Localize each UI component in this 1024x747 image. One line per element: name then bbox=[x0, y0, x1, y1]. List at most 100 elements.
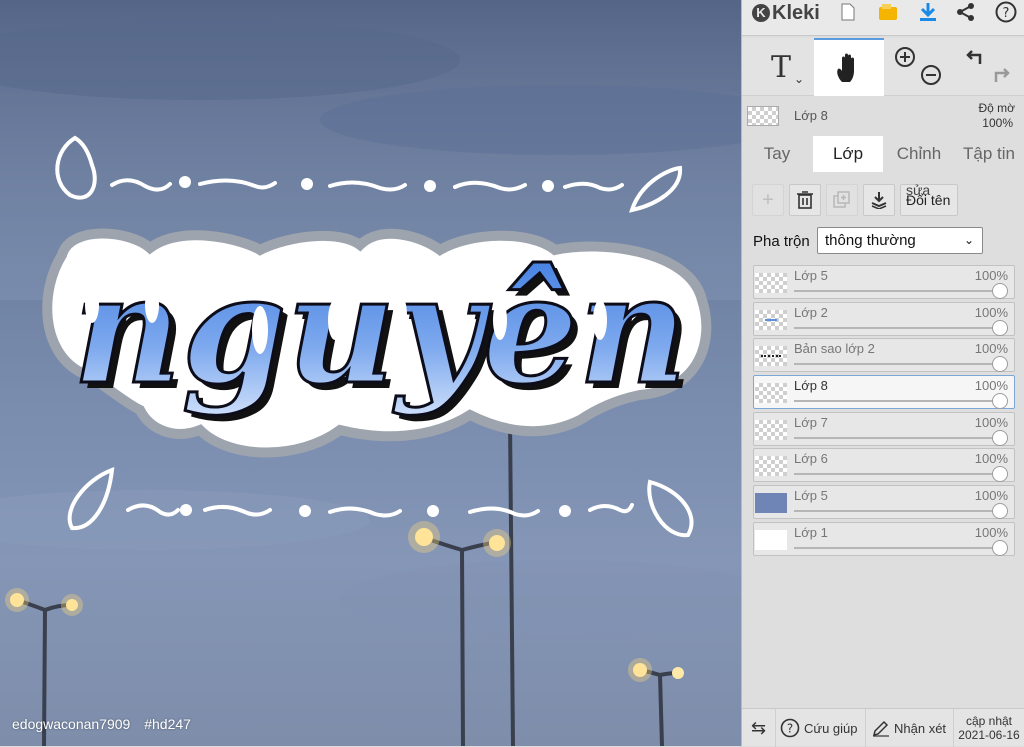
layer-opacity-handle[interactable] bbox=[992, 429, 1008, 446]
redo-icon[interactable] bbox=[991, 64, 1013, 86]
current-layer-thumbnail bbox=[747, 106, 779, 126]
opacity-label: Độ mờ bbox=[978, 101, 1015, 115]
help-icon[interactable]: ? bbox=[992, 0, 1020, 24]
layer-opacity-handle[interactable] bbox=[992, 356, 1008, 373]
swap-arrows-icon: ⇆ bbox=[750, 717, 767, 738]
feedback-pen-icon bbox=[872, 720, 889, 737]
add-layer-button[interactable]: + bbox=[752, 184, 784, 216]
kleki-logo-icon: K bbox=[752, 4, 770, 22]
feedback-button[interactable]: Nhận xét bbox=[866, 709, 954, 747]
layer-row[interactable]: Lớp 1 100% bbox=[753, 521, 1015, 556]
layer-row[interactable]: Bản sao lớp 2 100% bbox=[753, 338, 1015, 373]
update-label: cập nhật bbox=[965, 714, 1013, 728]
feedback-label: Nhận xét bbox=[894, 720, 947, 736]
layer-opacity: 100% bbox=[974, 268, 1008, 283]
layer-opacity: 100% bbox=[974, 524, 1008, 540]
drawing-canvas[interactable]: nguyên nguyên edogwaconan7909 #hd247 bbox=[0, 0, 741, 746]
bottom-bar: ⇆ ? Cứu giúp Nhận xét cập nhật 2021-06-1… bbox=[742, 708, 1024, 747]
app-name: Kleki bbox=[772, 1, 820, 24]
layer-opacity-handle[interactable] bbox=[992, 539, 1008, 556]
hand-tool[interactable] bbox=[814, 38, 884, 96]
layer-list: Lớp 5 100% Lớp 2 100% Bản sao lớp 2 100%… bbox=[753, 265, 1016, 559]
merge-down-button[interactable] bbox=[863, 184, 895, 216]
layer-thumbnail bbox=[755, 383, 787, 404]
plus-icon: + bbox=[762, 188, 774, 211]
tab-chinh[interactable]: Chỉnh bbox=[884, 136, 954, 172]
layer-opacity-track[interactable] bbox=[794, 363, 1002, 366]
layer-row[interactable]: Lớp 7 100% bbox=[753, 411, 1015, 446]
chevron-down-icon[interactable]: ⌄ bbox=[794, 72, 804, 86]
layer-opacity-track[interactable] bbox=[794, 473, 1002, 476]
layer-name: Lớp 5 bbox=[794, 488, 828, 504]
new-image-icon[interactable] bbox=[834, 0, 862, 24]
current-layer-name: Lớp 8 bbox=[794, 108, 828, 123]
zoom-in-icon[interactable] bbox=[894, 46, 916, 68]
zoom-out-icon[interactable] bbox=[920, 64, 942, 86]
layer-row[interactable]: Lớp 5 100% bbox=[753, 265, 1015, 299]
tab-lop[interactable]: Lớp bbox=[813, 136, 883, 172]
blend-mode-select[interactable]: thông thường ⌄ bbox=[817, 227, 983, 254]
canvas-artwork: nguyên nguyên bbox=[0, 0, 741, 746]
kleki-logo[interactable]: K Kleki bbox=[752, 1, 820, 25]
watermark: edogwaconan7909 #hd247 bbox=[12, 716, 201, 732]
layer-opacity: 100% bbox=[974, 451, 1008, 467]
layer-opacity: 100% bbox=[974, 378, 1008, 394]
layer-opacity-track[interactable] bbox=[794, 290, 1002, 292]
trash-icon bbox=[797, 191, 813, 209]
help-button[interactable]: ? Cứu giúp bbox=[776, 709, 866, 747]
layer-opacity-handle[interactable] bbox=[992, 503, 1008, 520]
panel-tabs: Tay Lớp Chỉnh Tập tin bbox=[742, 136, 1024, 172]
current-layer-info: Lớp 8 Độ mờ 100% bbox=[742, 98, 1024, 134]
layer-opacity: 100% bbox=[974, 488, 1008, 504]
zoom-controls bbox=[890, 38, 946, 96]
layer-opacity-handle[interactable] bbox=[992, 283, 1008, 299]
side-panel: K Kleki ? T ⌄ Lớp 8 Độ mờ 100% Tay Lớp C… bbox=[741, 0, 1024, 747]
layer-name: Lớp 2 bbox=[794, 304, 828, 320]
duplicate-layer-button[interactable] bbox=[826, 184, 858, 216]
layer-opacity-handle[interactable] bbox=[992, 393, 1008, 410]
hand-icon bbox=[837, 53, 854, 82]
share-icon[interactable] bbox=[952, 0, 980, 24]
opacity-value: 100% bbox=[982, 116, 1013, 130]
layer-opacity-handle[interactable] bbox=[992, 466, 1008, 483]
swap-panel-button[interactable]: ⇆ bbox=[742, 709, 776, 747]
layer-row[interactable]: Lớp 8 100% bbox=[753, 375, 1015, 410]
layer-thumbnail bbox=[755, 456, 787, 477]
merge-down-icon bbox=[871, 192, 887, 209]
layer-opacity-track[interactable] bbox=[794, 546, 1002, 549]
layer-thumbnail bbox=[755, 493, 787, 514]
layer-actions: + sửa Đổi tên bbox=[742, 172, 1024, 232]
tab-tap-tin[interactable]: Tập tin bbox=[954, 136, 1024, 172]
help-circle-icon: ? bbox=[780, 718, 800, 738]
rename-label: Đổi tên bbox=[906, 192, 951, 208]
save-icon[interactable] bbox=[874, 0, 902, 24]
help-label: Cứu giúp bbox=[804, 720, 858, 736]
delete-layer-button[interactable] bbox=[789, 184, 821, 216]
layer-opacity-track[interactable] bbox=[794, 436, 1002, 439]
layer-opacity-track[interactable] bbox=[794, 326, 1002, 329]
layer-opacity-handle[interactable] bbox=[992, 319, 1008, 336]
layer-opacity-track[interactable] bbox=[794, 400, 1002, 403]
layer-row[interactable]: Lớp 2 100% bbox=[753, 301, 1015, 336]
layer-name: Lớp 5 bbox=[794, 268, 828, 283]
text-tool[interactable]: T ⌄ bbox=[752, 38, 810, 96]
undo-icon[interactable] bbox=[963, 46, 985, 68]
update-info[interactable]: cập nhật 2021-06-16 bbox=[954, 709, 1024, 747]
layer-opacity-track[interactable] bbox=[794, 510, 1002, 513]
watermark-tag: #hd247 bbox=[144, 716, 191, 732]
layer-name: Lớp 8 bbox=[794, 378, 828, 394]
layer-row[interactable]: Lớp 6 100% bbox=[753, 448, 1015, 483]
layer-row[interactable]: Lớp 5 100% bbox=[753, 485, 1015, 520]
svg-text:?: ? bbox=[1003, 6, 1010, 21]
rename-layer-button[interactable]: sửa Đổi tên bbox=[900, 182, 958, 216]
download-icon[interactable] bbox=[914, 0, 942, 24]
blend-label: Pha trộn bbox=[753, 232, 810, 250]
layer-name: Lớp 7 bbox=[794, 414, 828, 430]
top-bar: K Kleki ? bbox=[742, 0, 1024, 36]
layer-name: Bản sao lớp 2 bbox=[794, 341, 875, 357]
layer-thumbnail bbox=[755, 529, 787, 550]
layer-name: Lớp 6 bbox=[794, 451, 828, 467]
history-controls bbox=[957, 38, 1023, 96]
tab-tay[interactable]: Tay bbox=[742, 136, 812, 172]
update-date: 2021-06-16 bbox=[958, 728, 1020, 742]
